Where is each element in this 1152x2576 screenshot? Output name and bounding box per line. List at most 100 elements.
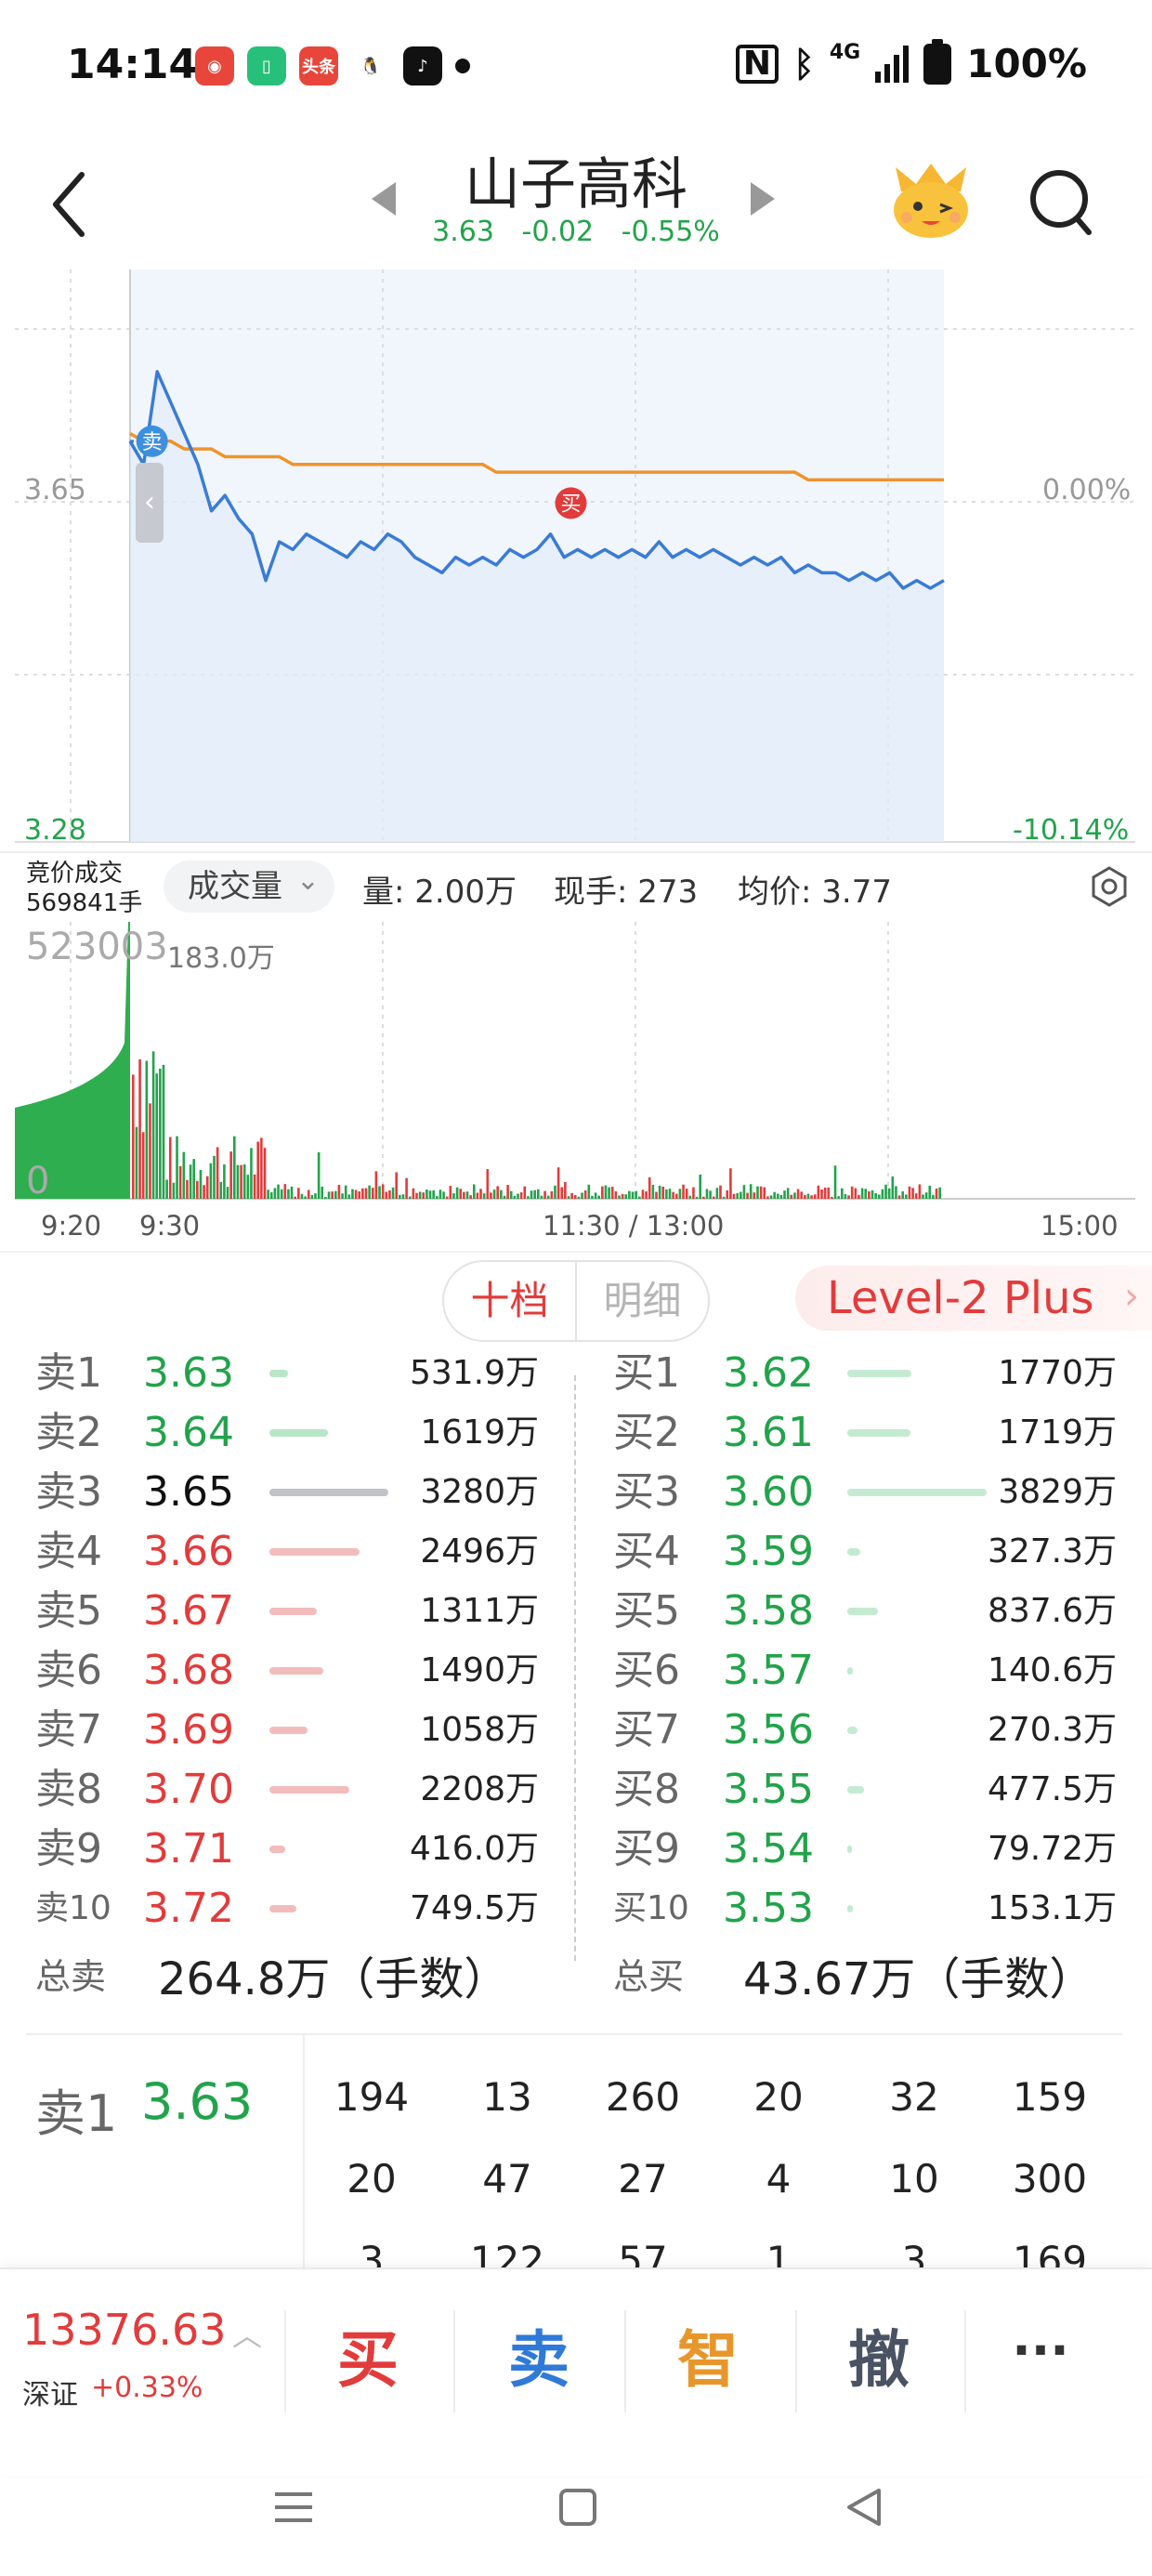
auction-volume: 569841手 — [26, 889, 143, 917]
volume-bar — [857, 1194, 860, 1199]
level2-plus-button[interactable]: Level-2 Plus — [795, 1264, 1152, 1331]
volume-bar — [556, 1167, 560, 1199]
volume-bar — [641, 1189, 645, 1199]
tab-ten-levels[interactable]: 十档 — [444, 1262, 577, 1340]
bid-volume: 1770万 — [998, 1354, 1117, 1392]
volume-bar — [543, 1190, 546, 1199]
volume-bar — [149, 1103, 151, 1199]
volume-bar — [378, 1186, 381, 1199]
queue-cell: 20 — [347, 2156, 397, 2201]
more-button[interactable]: ··· — [975, 2305, 1106, 2398]
smart-button[interactable]: 智 — [624, 2314, 792, 2407]
chevron-up-icon[interactable]: ︿ — [232, 2312, 262, 2355]
volume-bar — [408, 1196, 412, 1199]
bid-row[interactable]: 买7 3.56 270.3万 — [0, 1701, 1152, 1760]
collapse-handle[interactable]: ‹ — [136, 463, 164, 543]
volume-bar — [608, 1187, 610, 1199]
volume-bar — [769, 1195, 773, 1199]
home-nav-icon[interactable] — [550, 2479, 606, 2535]
volume-bar — [263, 1148, 267, 1199]
volume-bar — [554, 1185, 556, 1199]
volume-bar — [145, 1060, 149, 1199]
volume-bar — [236, 1164, 240, 1199]
volume-bar — [287, 1189, 290, 1199]
sell-button[interactable]: 卖 — [455, 2314, 622, 2407]
volume-bar — [280, 1189, 283, 1199]
battery-percent: 100% — [966, 41, 1087, 86]
menu-nav-icon[interactable] — [266, 2479, 321, 2535]
volume-bar — [422, 1192, 425, 1199]
y-tick-left-bottom: 3.28 — [24, 814, 86, 847]
volume-bar — [391, 1187, 395, 1199]
time-tick-930: 9:30 — [139, 1210, 201, 1242]
volume-bar — [341, 1193, 344, 1199]
bid-row[interactable]: 买6 3.57 140.6万 — [0, 1641, 1152, 1701]
volume-bar — [881, 1189, 884, 1199]
volume-bar — [307, 1189, 310, 1199]
volume-bar — [887, 1188, 891, 1199]
index-value[interactable]: 13376.63 — [22, 2305, 227, 2355]
bid-volume: 270.3万 — [987, 1711, 1117, 1749]
bid-price: 3.60 — [723, 1468, 814, 1516]
total-sell-value: 264.8万（手数） — [158, 1953, 509, 2005]
bid-row[interactable]: 买4 3.59 327.3万 — [0, 1522, 1152, 1582]
buy-button[interactable]: 买 — [284, 2314, 452, 2407]
volume-bar — [162, 1064, 165, 1199]
indicator-select[interactable]: 成交量 — [164, 855, 334, 913]
volume-bar — [334, 1190, 337, 1199]
tab-details[interactable]: 明细 — [577, 1262, 708, 1340]
back-nav-icon[interactable] — [836, 2479, 892, 2535]
bid-volume: 3829万 — [998, 1473, 1117, 1511]
volume-bar — [482, 1193, 486, 1199]
volume-bar — [624, 1194, 628, 1199]
volume-bar — [938, 1187, 941, 1199]
volume-bar — [260, 1137, 263, 1199]
volume-bar — [344, 1185, 347, 1199]
status-app-icons: ◉ ▯ 头条 🐧 ♪ — [195, 46, 470, 85]
bid-row[interactable]: 买1 3.62 1770万 — [0, 1344, 1152, 1403]
volume-bar — [500, 1189, 503, 1199]
volume-bar — [591, 1195, 594, 1199]
mascot-icon[interactable] — [888, 160, 974, 242]
bid-row[interactable]: 买5 3.58 837.6万 — [0, 1582, 1152, 1641]
volume-bar — [709, 1190, 712, 1199]
divider — [964, 2310, 966, 2412]
volume-bar — [564, 1182, 567, 1199]
volume-bar — [685, 1189, 688, 1199]
bid-label: 买2 — [613, 1409, 680, 1456]
y-tick-left-top: 3.65 — [24, 474, 86, 506]
bid-row[interactable]: 买8 3.55 477.5万 — [0, 1760, 1152, 1820]
bid-label: 买3 — [613, 1468, 680, 1516]
volume-bar — [871, 1189, 874, 1199]
volume-bar — [229, 1151, 232, 1199]
queue-divider — [303, 2035, 305, 2267]
trade-marker-label: 卖 — [142, 431, 163, 454]
cancel-order-button[interactable]: 撤 — [795, 2314, 962, 2407]
total-buy-value: 43.67万（手数） — [743, 1953, 1094, 2005]
bid-row[interactable]: 买10 3.53 153.1万 — [0, 1879, 1152, 1939]
volume-bar — [746, 1192, 749, 1199]
notification-dot-icon — [455, 59, 470, 73]
volume-bar — [371, 1188, 374, 1199]
bid-label: 买10 — [613, 1889, 689, 1927]
status-time: 14:14 — [67, 41, 198, 88]
volume-bar — [250, 1148, 253, 1199]
settings-icon[interactable] — [1087, 864, 1132, 909]
intraday-price-chart[interactable]: 卖买 — [0, 269, 1152, 855]
volume-bar — [678, 1189, 682, 1199]
search-icon[interactable] — [1028, 167, 1094, 238]
queue-cell: 10 — [889, 2156, 939, 2201]
volume-bar — [178, 1165, 182, 1199]
bid-row[interactable]: 买2 3.61 1719万 — [0, 1403, 1152, 1463]
volume-bar — [223, 1163, 226, 1199]
volume-bar — [216, 1147, 219, 1199]
bid-row[interactable]: 买9 3.54 79.72万 — [0, 1820, 1152, 1879]
volume-bar — [729, 1168, 732, 1199]
volume-bar — [614, 1190, 618, 1199]
bid-label: 买4 — [613, 1528, 680, 1575]
volume-bar — [776, 1193, 779, 1199]
volume-bar — [327, 1191, 331, 1199]
bid-row[interactable]: 买3 3.60 3829万 — [0, 1463, 1152, 1522]
volume-bar — [860, 1188, 864, 1199]
bid-price: 3.55 — [723, 1766, 814, 1813]
